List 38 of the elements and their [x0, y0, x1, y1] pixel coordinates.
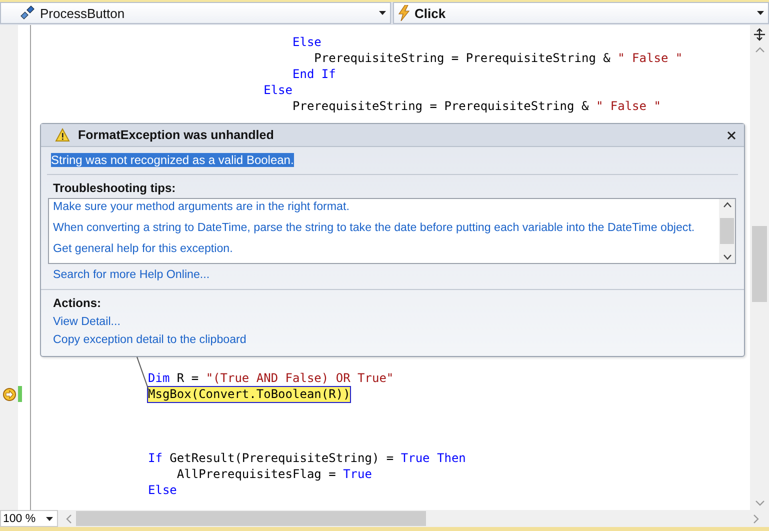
scroll-down-icon[interactable] — [722, 254, 732, 260]
exception-title: FormatException was unhandled — [78, 128, 275, 142]
code-line: Else — [148, 482, 177, 498]
scroll-thumb[interactable] — [76, 511, 426, 526]
caret-icon — [46, 516, 53, 520]
tip-link[interactable]: When converting a string to DateTime, parse the string to take the date before putting each variable into the DateTime object. — [53, 220, 715, 236]
code-line: PrerequisiteString = PrerequisiteString & " False " — [313, 50, 683, 66]
code-line: If GetResult(PrerequisiteString) = True Then — [148, 450, 466, 466]
scroll-thumb[interactable] — [752, 226, 767, 302]
actions-heading: Actions: — [52, 295, 102, 312]
close-icon[interactable] — [727, 130, 736, 140]
tips-heading: Troubleshooting tips: — [52, 180, 177, 197]
tip-link[interactable]: Make sure your method arguments are in the right format. — [53, 199, 715, 215]
help-link[interactable]: Search for more Help Online... — [41, 264, 222, 283]
split-handle-icon[interactable] — [753, 28, 766, 41]
scroll-right-icon[interactable] — [753, 514, 759, 524]
class-dropdown[interactable]: ProcessButton — [0, 2, 390, 24]
code-line: End If — [291, 66, 336, 82]
scroll-thumb[interactable] — [720, 218, 734, 244]
tip-link[interactable]: Get general help for this exception. — [53, 241, 715, 257]
action-link[interactable]: Copy exception detail to the clipboard — [41, 330, 258, 348]
method-dropdown[interactable]: Click — [392, 2, 769, 24]
code-line: PrerequisiteString = PrerequisiteString & " False " — [291, 98, 661, 114]
action-link[interactable]: View Detail... — [41, 312, 132, 330]
code-line: Else — [262, 82, 292, 98]
warning-icon — [55, 128, 70, 142]
exception-message: String was not recognized as a valid Boolean. — [51, 153, 294, 167]
code-line: Else — [291, 34, 322, 50]
lightning-icon — [398, 5, 410, 21]
scroll-up-icon[interactable] — [722, 202, 732, 208]
callout-line — [136, 357, 150, 391]
code-line: AllPrerequisitesFlag = True — [176, 466, 372, 482]
scroll-left-icon[interactable] — [66, 514, 72, 524]
caret-icon — [757, 11, 764, 15]
code-line: Dim R = "(True AND False) OR True" — [148, 370, 394, 386]
caret-icon — [378, 11, 386, 15]
class-icon — [19, 5, 35, 21]
zoom-dropdown[interactable]: 100 % — [0, 510, 58, 527]
